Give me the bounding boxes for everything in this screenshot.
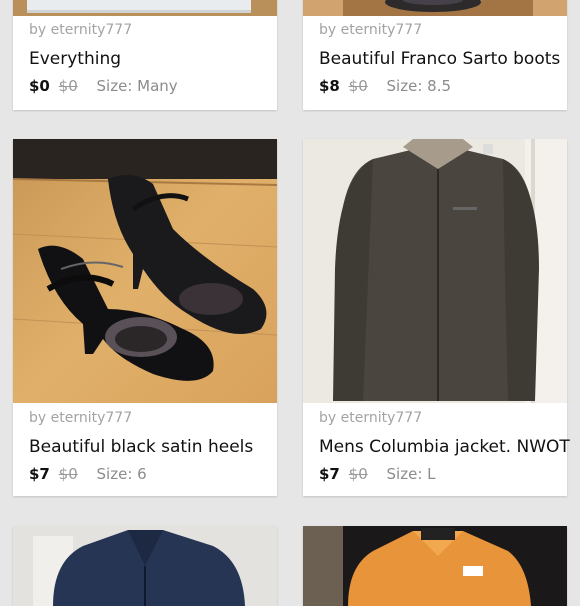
price: $7: [29, 465, 50, 483]
price: $7: [319, 465, 340, 483]
size-label: Size: Many: [96, 77, 178, 95]
price-row: $7 $0 Size: L: [319, 465, 557, 483]
listing-title[interactable]: Mens Columbia jacket. NWOT: [319, 437, 570, 457]
listing-photo[interactable]: [13, 139, 277, 403]
price-row: $7 $0 Size: 6: [29, 465, 267, 483]
listing-photo[interactable]: [303, 526, 567, 606]
listing-title[interactable]: Everything: [29, 49, 267, 69]
price: $0: [29, 77, 50, 95]
original-price: $0: [348, 465, 368, 483]
seller-name[interactable]: by eternity777: [29, 22, 267, 38]
seller-name[interactable]: by eternity777: [319, 410, 557, 426]
listing-card[interactable]: [303, 526, 567, 606]
listing-title[interactable]: Beautiful Franco Sarto boots: [319, 49, 560, 69]
listing-card[interactable]: by eternity777 Beautiful Franco Sarto bo…: [303, 0, 567, 110]
listing-card[interactable]: by eternity777 Everything $0 $0 Size: Ma…: [13, 0, 277, 110]
seller-name[interactable]: by eternity777: [29, 410, 267, 426]
size-label: Size: 6: [96, 465, 147, 483]
price: $8: [319, 77, 340, 95]
listing-photo[interactable]: [303, 0, 567, 16]
price-row: $8 $0 Size: 8.5: [319, 77, 557, 95]
listing-card[interactable]: by eternity777 Beautiful black satin hee…: [13, 139, 277, 496]
listing-title[interactable]: Beautiful black satin heels: [29, 437, 267, 457]
listing-photo[interactable]: [13, 0, 277, 16]
listing-photo[interactable]: [13, 526, 277, 606]
original-price: $0: [58, 465, 78, 483]
listing-card[interactable]: by eternity777 Mens Columbia jacket. NWO…: [303, 139, 570, 496]
listing-photo[interactable]: [303, 139, 567, 403]
size-label: Size: L: [386, 465, 436, 483]
size-label: Size: 8.5: [386, 77, 451, 95]
seller-name[interactable]: by eternity777: [319, 22, 557, 38]
price-row: $0 $0 Size: Many: [29, 77, 267, 95]
original-price: $0: [58, 77, 78, 95]
original-price: $0: [348, 77, 368, 95]
listing-card[interactable]: [13, 526, 277, 606]
